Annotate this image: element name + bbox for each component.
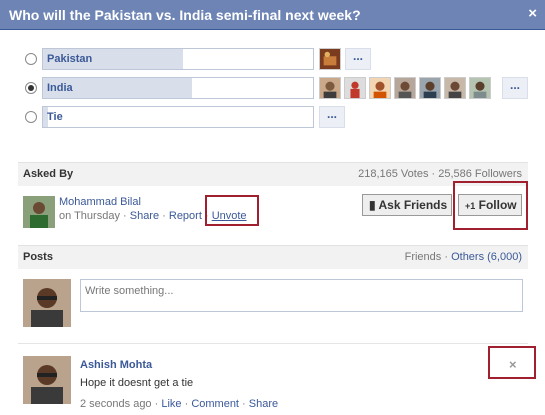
comment-meta: 2 seconds ago · Like · Comment · Share xyxy=(80,398,279,410)
separator: · xyxy=(159,210,169,222)
comment-time: 2 seconds ago xyxy=(80,398,152,410)
commenter-name-link[interactable]: Ashish Mohta xyxy=(80,359,152,371)
radio-pakistan[interactable] xyxy=(25,53,37,65)
comment-link[interactable]: Comment xyxy=(191,398,239,410)
comment-text: Hope it doesnt get a tie xyxy=(80,377,194,389)
others-filter[interactable]: Others (6,000) xyxy=(451,251,522,263)
voter-thumbnail[interactable] xyxy=(344,77,366,99)
highlight-box-unvote xyxy=(205,195,259,226)
poll-stats: 218,165 Votes · 25,586 Followers xyxy=(358,168,522,180)
friends-filter[interactable]: Friends xyxy=(405,251,442,263)
poll-option-india[interactable]: India ... xyxy=(18,74,528,102)
asked-by-label: Asked By xyxy=(23,168,74,180)
more-voters-button[interactable]: ... xyxy=(345,48,371,70)
option-field-tie: Tie xyxy=(42,106,314,128)
voter-thumbnail[interactable] xyxy=(444,77,466,99)
highlight-box-follow xyxy=(453,181,528,230)
asker-name-link[interactable]: Mohammad Bilal xyxy=(59,196,141,208)
option-field-pakistan: Pakistan xyxy=(42,48,314,70)
dialog-title: Who will the Pakistan vs. India semi-fin… xyxy=(9,7,361,23)
more-voters-button[interactable]: ... xyxy=(502,77,528,99)
commenter-avatar[interactable] xyxy=(23,356,71,404)
more-voters-button[interactable]: ... xyxy=(319,106,345,128)
voter-thumbnail[interactable] xyxy=(419,77,441,99)
highlight-box-delete xyxy=(488,346,536,379)
report-link[interactable]: Report xyxy=(169,210,202,222)
option-field-india: India xyxy=(42,77,314,99)
posts-filter: Friends · Others (6,000) xyxy=(404,251,522,263)
voter-thumbnail[interactable] xyxy=(394,77,416,99)
posts-label: Posts xyxy=(23,251,53,263)
poll-option-tie[interactable]: Tie ... xyxy=(18,103,528,131)
voter-thumbnail[interactable] xyxy=(469,77,491,99)
asked-by-header: Asked By 218,165 Votes · 25,586 Follower… xyxy=(18,162,528,186)
write-something-input[interactable]: Write something... xyxy=(80,279,523,312)
voter-thumbnail[interactable] xyxy=(319,48,341,70)
voter-thumbnail[interactable] xyxy=(369,77,391,99)
comment-share-link[interactable]: Share xyxy=(249,398,278,410)
voter-thumbnail[interactable] xyxy=(319,77,341,99)
close-icon[interactable]: × xyxy=(528,5,537,22)
option-label: India xyxy=(47,82,73,94)
ask-friends-button[interactable]: ▮ Ask Friends xyxy=(362,194,452,216)
asked-time: on Thursday · xyxy=(59,210,130,222)
asker-avatar[interactable] xyxy=(23,196,55,228)
share-link[interactable]: Share xyxy=(130,210,159,222)
poll-option-pakistan[interactable]: Pakistan ... xyxy=(18,45,528,73)
radio-india[interactable] xyxy=(25,82,37,94)
comment-bubble-icon: ▮ xyxy=(369,198,376,212)
divider xyxy=(18,343,528,344)
radio-tie[interactable] xyxy=(25,111,37,123)
posts-header: Posts Friends · Others (6,000) xyxy=(18,245,528,269)
current-user-avatar[interactable] xyxy=(23,279,71,327)
write-placeholder: Write something... xyxy=(85,285,174,297)
option-label: Tie xyxy=(47,111,63,123)
option-label: Pakistan xyxy=(47,53,93,65)
poll-options: Pakistan ... India ... Tie ... xyxy=(18,45,528,130)
like-link[interactable]: Like xyxy=(161,398,181,410)
dialog-titlebar: Who will the Pakistan vs. India semi-fin… xyxy=(0,0,545,30)
ask-friends-label: Ask Friends xyxy=(378,198,448,212)
